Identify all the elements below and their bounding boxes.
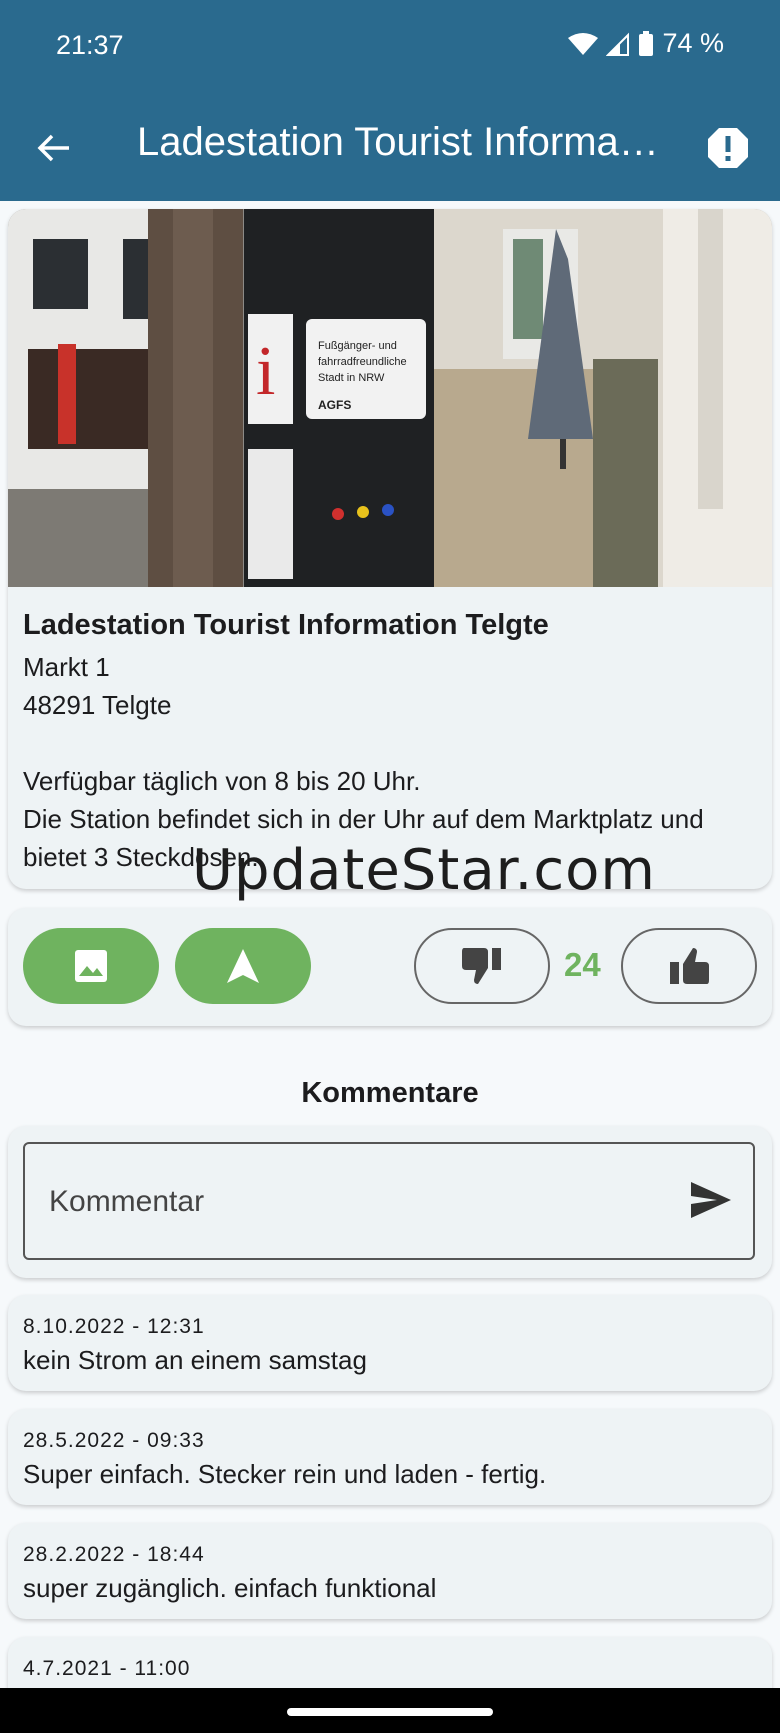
report-button[interactable] (706, 126, 750, 170)
station-description-line1: Die Station befindet sich in der Uhr auf… (23, 804, 704, 834)
info-sign-letter: i (256, 333, 275, 410)
comment-text: super zugänglich. einfach funktional (23, 1573, 437, 1603)
station-photo[interactable]: i Fußgänger- und fahrradfreundliche Stad… (8, 209, 772, 587)
comment-item: 28.5.2022 - 09:33 Super einfach. Stecker… (8, 1409, 772, 1505)
comments-heading: Kommentare (301, 1077, 479, 1109)
arrow-left-icon (37, 134, 69, 162)
status-time: 21:37 (56, 30, 124, 60)
thumb-up-icon (670, 948, 709, 984)
comment-date: 28.2.2022 - 18:44 (23, 1543, 205, 1566)
agfs-sign-line3: Stadt in NRW (318, 372, 385, 384)
like-button[interactable] (621, 928, 757, 1004)
agfs-sign-line1: Fußgänger- und (318, 340, 397, 352)
system-nav-bar (0, 1688, 780, 1733)
thumb-down-icon (462, 948, 501, 984)
alert-octagon-icon (708, 128, 748, 168)
station-city: 48291 Telgte (23, 690, 172, 720)
comment-input-card (8, 1126, 772, 1278)
send-icon (691, 1182, 731, 1218)
comment-date: 8.10.2022 - 12:31 (23, 1315, 205, 1338)
vote-count: 24 (564, 946, 601, 983)
home-gesture-handle[interactable] (287, 1708, 493, 1716)
comment-field (23, 1142, 755, 1260)
page-title: Ladestation Tourist Information Telgte (137, 120, 667, 164)
status-indicators: 74 % (568, 28, 724, 59)
comment-item: 8.10.2022 - 12:31 kein Strom an einem sa… (8, 1295, 772, 1391)
comment-item: 28.2.2022 - 18:44 super zugänglich. einf… (8, 1523, 772, 1619)
navigate-button[interactable] (175, 928, 311, 1004)
comment-date: 4.7.2021 - 11:00 (23, 1657, 191, 1680)
station-photo-illustration: i Fußgänger- und fahrradfreundliche Stad… (8, 209, 772, 587)
back-button[interactable] (30, 118, 78, 178)
station-info-card: i Fußgänger- und fahrradfreundliche Stad… (8, 209, 772, 889)
station-availability: Verfügbar täglich von 8 bis 20 Uhr. (23, 766, 421, 796)
battery-percent: 74 % (662, 28, 724, 58)
comment-input[interactable] (47, 1176, 651, 1228)
app-bar: 21:37 74 % Ladestation Tourist Informati… (0, 0, 780, 201)
comment-text: Super einfach. Stecker rein und laden - … (23, 1459, 547, 1489)
wifi-icon (568, 32, 599, 55)
comment-text: kein Strom an einem samstag (23, 1345, 367, 1375)
action-card: 24 (8, 908, 772, 1026)
cell-signal-icon (606, 32, 630, 56)
navigation-arrow-icon (227, 949, 259, 983)
agfs-sign-line2: fahrradfreundliche (318, 356, 407, 368)
gallery-button[interactable] (23, 928, 159, 1004)
dislike-button[interactable] (414, 928, 550, 1004)
send-button[interactable] (689, 1180, 733, 1224)
station-street: Markt 1 (23, 652, 110, 682)
station-name: Ladestation Tourist Information Telgte (23, 609, 549, 641)
battery-icon (639, 30, 654, 56)
image-icon (75, 950, 107, 982)
comment-date: 28.5.2022 - 09:33 (23, 1429, 205, 1452)
agfs-logo-text: AGFS (318, 398, 351, 412)
watermark: UpdateStar.com (192, 838, 656, 903)
